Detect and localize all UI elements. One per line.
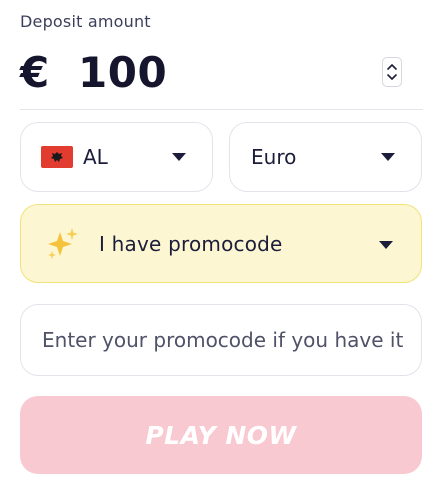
chevron-down-icon	[381, 153, 395, 161]
promocode-toggle[interactable]: I have promocode	[20, 204, 422, 283]
country-select[interactable]: AL	[20, 122, 213, 192]
country-select-value: AL	[83, 145, 108, 169]
currency-select[interactable]: Euro	[229, 122, 422, 192]
chevron-down-icon	[172, 153, 186, 161]
play-now-button[interactable]: PLAY NOW	[20, 396, 422, 474]
amount-value[interactable]: 100	[78, 48, 167, 97]
promocode-input[interactable]	[20, 304, 422, 376]
chevron-down-icon	[379, 241, 393, 249]
promocode-toggle-label: I have promocode	[99, 231, 283, 256]
albania-flag-icon	[41, 146, 73, 168]
currency-symbol: €	[20, 47, 50, 97]
divider	[20, 109, 423, 110]
currency-select-value: Euro	[251, 145, 297, 169]
up-down-arrows-icon[interactable]	[382, 57, 402, 87]
deposit-amount-label: Deposit amount	[20, 12, 151, 31]
deposit-amount-field[interactable]: € 100	[20, 44, 402, 100]
sparkles-icon	[48, 227, 78, 259]
